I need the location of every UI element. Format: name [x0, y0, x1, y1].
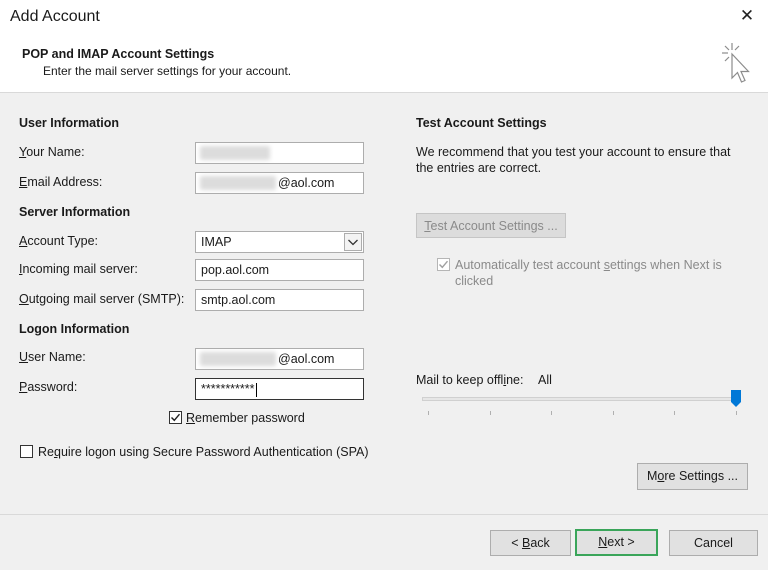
cursor-sparkle-icon — [722, 43, 750, 83]
more-settings-button[interactable]: More Settings ... — [637, 463, 748, 490]
redacted-name — [200, 146, 270, 160]
back-button[interactable]: < Back — [490, 530, 571, 556]
slider-tick — [674, 411, 675, 415]
user-info-heading: User Information — [19, 116, 120, 130]
spa-checkbox[interactable] — [20, 445, 33, 458]
chevron-down-icon[interactable] — [344, 233, 362, 251]
server-info-heading: Server Information — [19, 205, 131, 219]
redacted-username — [200, 352, 276, 366]
password-input[interactable]: *********** — [195, 378, 364, 400]
footer-separator — [0, 514, 768, 515]
spa-label[interactable]: Require logon using Secure Password Auth… — [38, 445, 369, 459]
offline-slider-track[interactable] — [422, 397, 740, 401]
auto-test-label[interactable]: Automatically test account settings when… — [455, 257, 740, 289]
remember-password-label[interactable]: Remember password — [186, 411, 305, 425]
offline-slider-thumb[interactable] — [731, 390, 741, 408]
user-name-label: User Name: — [19, 350, 86, 364]
window-title: Add Account — [10, 8, 100, 25]
auto-test-checkbox[interactable] — [437, 258, 450, 271]
close-icon[interactable]: ✕ — [737, 6, 757, 26]
account-type-value: IMAP — [201, 235, 232, 249]
account-type-label: Account Type: — [19, 234, 98, 248]
mail-offline-value: All — [538, 373, 552, 387]
header-separator — [0, 92, 768, 93]
user-name-input[interactable]: @aol.com — [195, 348, 364, 370]
account-type-select[interactable]: IMAP — [195, 231, 364, 253]
dialog-header: POP and IMAP Account Settings Enter the … — [0, 36, 768, 92]
slider-tick — [428, 411, 429, 415]
header-subtitle: Enter the mail server settings for your … — [43, 64, 292, 78]
password-mask: *********** — [201, 382, 255, 396]
test-settings-description: We recommend that you test your account … — [416, 145, 731, 175]
header-title: POP and IMAP Account Settings — [22, 47, 215, 61]
next-button[interactable]: Next > — [575, 529, 658, 556]
incoming-server-input[interactable]: pop.aol.com — [195, 259, 364, 281]
test-settings-heading: Test Account Settings — [416, 116, 547, 130]
email-domain-text: @aol.com — [278, 176, 335, 190]
slider-tick — [490, 411, 491, 415]
text-caret — [255, 382, 257, 397]
incoming-server-label: Incoming mail server: — [19, 262, 138, 276]
your-name-label: Your Name: — [19, 145, 85, 159]
redacted-email — [200, 176, 276, 190]
slider-tick — [736, 411, 737, 415]
test-account-settings-button[interactable]: Test Account Settings ... — [416, 213, 566, 238]
title-bar — [0, 0, 768, 36]
outgoing-server-label: Outgoing mail server (SMTP): — [19, 292, 185, 306]
email-address-input[interactable]: @aol.com — [195, 172, 364, 194]
mail-offline-label: Mail to keep offline: — [416, 373, 524, 387]
cancel-button[interactable]: Cancel — [669, 530, 758, 556]
remember-password-checkbox[interactable] — [169, 411, 182, 424]
slider-tick — [613, 411, 614, 415]
outgoing-server-input[interactable]: smtp.aol.com — [195, 289, 364, 311]
logon-info-heading: Logon Information — [19, 322, 130, 336]
username-domain-text: @aol.com — [278, 352, 335, 366]
password-label: Password: — [19, 380, 78, 394]
email-address-label: Email Address: — [19, 175, 103, 189]
slider-tick — [551, 411, 552, 415]
your-name-input[interactable] — [195, 142, 364, 164]
